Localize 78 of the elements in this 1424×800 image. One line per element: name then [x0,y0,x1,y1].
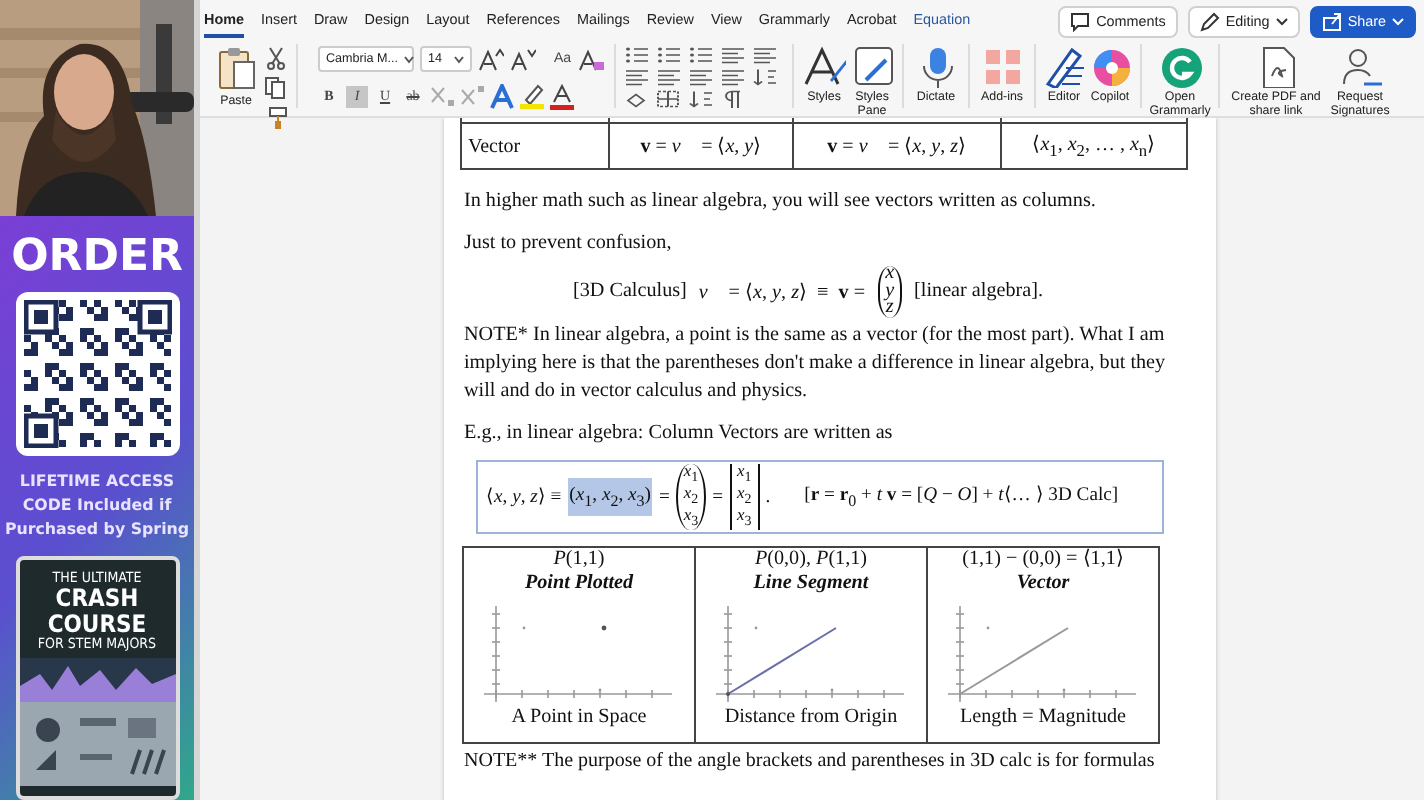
chevron-down-icon [1392,17,1404,25]
vector-entry: z [885,300,894,317]
table-cell: v = v⃗ = ⟨x, y, z⟩ [792,123,1001,169]
paragraph: E.g., in linear algebra: Column Vectors are written as [464,419,895,447]
grid-icon [980,44,1024,88]
shrink-font-icon[interactable] [510,47,536,71]
figure-subtitle: Line Segment [753,572,869,595]
styles-icon [802,44,846,88]
equation-text: ⟨x, y, z⟩ ≡ [486,484,562,509]
align-left-icon[interactable] [624,68,648,86]
equation-text: [linear algebra]. [914,280,1043,303]
styles-pane-icon [850,44,894,88]
figure-caption: A Point in Space [511,706,647,731]
vector-entry: x$_{2}$ [737,485,752,509]
grow-font-icon[interactable] [478,47,504,71]
vector-entry: x$_{3}$ [683,508,699,531]
vector-entry: x$_{1}$ [683,463,699,486]
justify-icon[interactable] [720,68,744,86]
share-icon [1321,11,1342,31]
paragraph: Just to prevent confusion, [464,230,674,258]
equation-text: [3D Calculus] [573,280,687,303]
vector-entry: x$_{3}$ [737,508,752,531]
selected-text: (x$_{1}$, x$_{2}$, x$_{3}$) [567,477,653,516]
chevron-down-icon [404,55,415,63]
signature-icon [1338,44,1382,88]
equation-text: = [658,485,670,508]
paragraph: NOTE** The purpose of the angle brackets and parentheses in 3D calc is for formulas [464,750,1157,773]
vector-entry: y [885,283,895,300]
equation-text: [r = r$_{0}$ + t v = [Q − O] + t⟨… ⟩ 3D Calc] [804,482,1119,511]
numbering-icon[interactable] [656,46,680,64]
pencil-icon [1199,11,1220,31]
table-cell: ⟨x$_{1}$, x$_{2}$, … , x$_{n}$⟩ [1000,123,1187,169]
chevron-down-icon [454,55,464,63]
text-effects-icon[interactable] [490,83,514,109]
paragraph: NOTE* In linear algebra, a point is the same as a vector (for the most part). What I am implying here is that the parentheses don't make a difference in linear algebra, but they will and do in vector calculus and physics. [464,321,1168,405]
copy-icon[interactable] [264,76,288,100]
equation-text: . [765,485,771,508]
font-color-icon[interactable] [550,83,574,109]
figure-subtitle: Point Plotted [524,572,634,595]
table-cell: v = v⃗ = ⟨x, y⟩ [609,123,793,169]
figure-title: P(0,0), P(1,1) [754,548,868,573]
paragraph: In higher math such as linear algebra, you will see vectors written as columns. [464,188,1098,216]
qr-code-icon [23,300,171,448]
shading-icon[interactable] [624,90,648,108]
multilevel-list-icon[interactable] [688,46,712,64]
equation-box[interactable]: ⟨x, y, z⟩ ≡ (x$_{1}$, x$_{2}$, x$_{3}$) = x$_{1}$ x$_{2}$ x$_{3}$ = x$_{1}$ x$_{2}$ x$_{3}$ . [r = r$_{0}$ + t v = [Q − O] + t⟨… ⟩ 3D Calc] [476,459,1164,535]
brush-icon[interactable] [264,106,288,130]
scissors-icon[interactable] [264,46,288,70]
equation-text: v⃗ = ⟨x, y, z⟩ ≡ v = [698,279,866,304]
grammarly-icon [1158,44,1202,88]
figure-subtitle: Vector [1016,572,1070,595]
chevron-down-icon [1275,17,1288,25]
comment-icon [1070,11,1091,31]
clear-format-icon[interactable] [577,47,604,71]
bullets-icon[interactable] [624,46,648,64]
align-right-icon[interactable] [688,68,712,86]
center-icon[interactable] [656,68,680,86]
vector-entry: x [885,266,895,283]
promo-heading: ORDER [11,232,183,282]
highlighter-icon[interactable] [520,82,544,110]
figure-caption: Distance from Origin [724,706,898,731]
figure-title: P(1,1) [553,548,605,573]
table-cell: Vector [461,123,609,169]
sort-icon[interactable] [688,90,712,108]
book-title: CRASH COURSE [47,586,147,638]
vector-entry: x$_{1}$ [737,463,752,486]
figure-caption: Length = Magnitude [959,706,1127,731]
equation-text: = [712,485,724,508]
line-spacing-icon[interactable] [752,68,776,86]
vector-entry: x$_{2}$ [683,485,699,509]
borders-icon[interactable] [656,90,680,108]
indent-icon[interactable] [752,46,776,64]
figure-title: (1,1) − (0,0) = ⟨1,1⟩ [962,548,1124,573]
pilcrow-icon[interactable] [720,90,744,108]
clipboard-icon [214,44,258,92]
outdent-icon[interactable] [720,46,744,64]
copilot-icon [1088,44,1132,88]
pen-icon [1042,44,1086,88]
